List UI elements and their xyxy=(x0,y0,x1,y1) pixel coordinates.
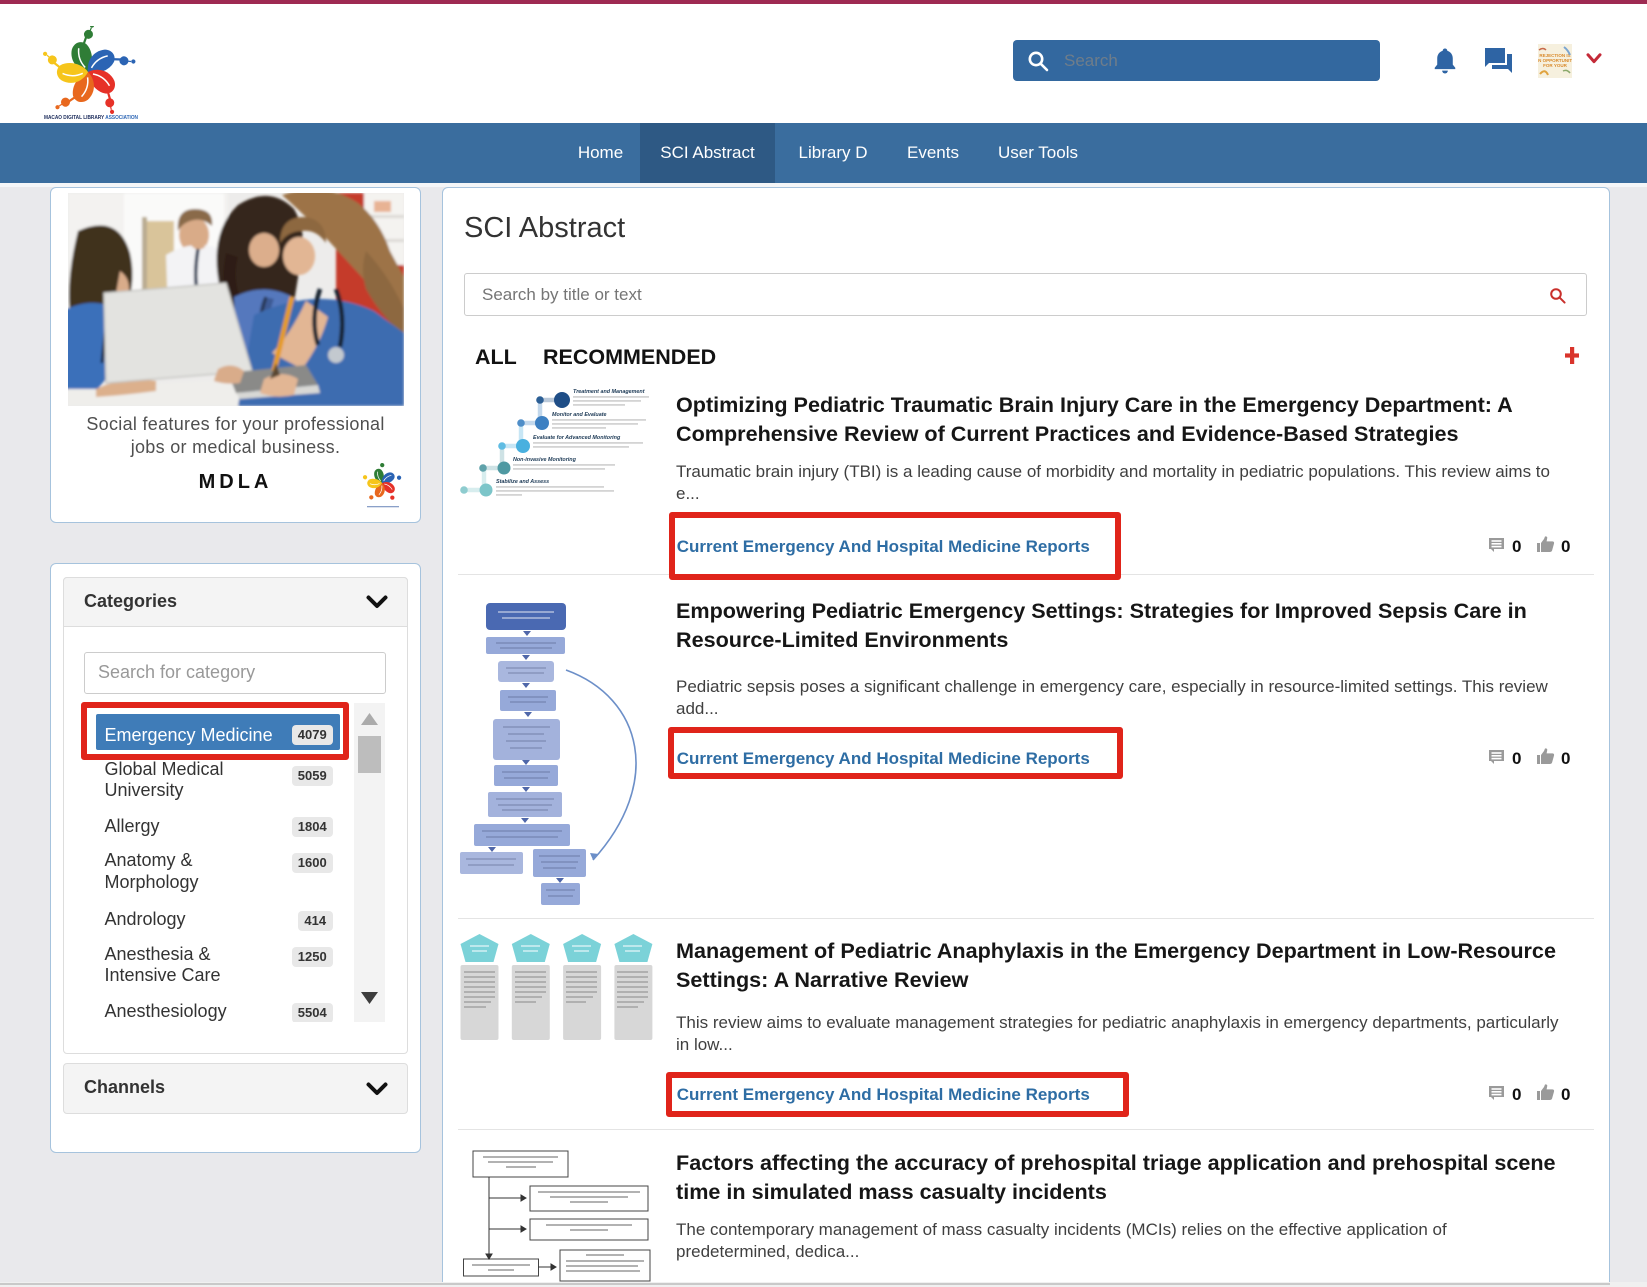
svg-text:FOR YOUR: FOR YOUR xyxy=(1543,63,1567,68)
svg-text:Non-invasive Monitoring: Non-invasive Monitoring xyxy=(513,457,577,463)
svg-text:Stabilize and Assess: Stabilize and Assess xyxy=(496,479,549,485)
svg-text:Treatment and Management: Treatment and Management xyxy=(573,389,645,395)
svg-text:MACAO DIGITAL LIBRARY ASSOCIAT: MACAO DIGITAL LIBRARY ASSOCIATION xyxy=(44,115,138,121)
svg-text:Evaluate for Advanced Monitori: Evaluate for Advanced Monitoring xyxy=(533,435,621,441)
svg-text:Monitor and Evaluate: Monitor and Evaluate xyxy=(552,412,607,418)
